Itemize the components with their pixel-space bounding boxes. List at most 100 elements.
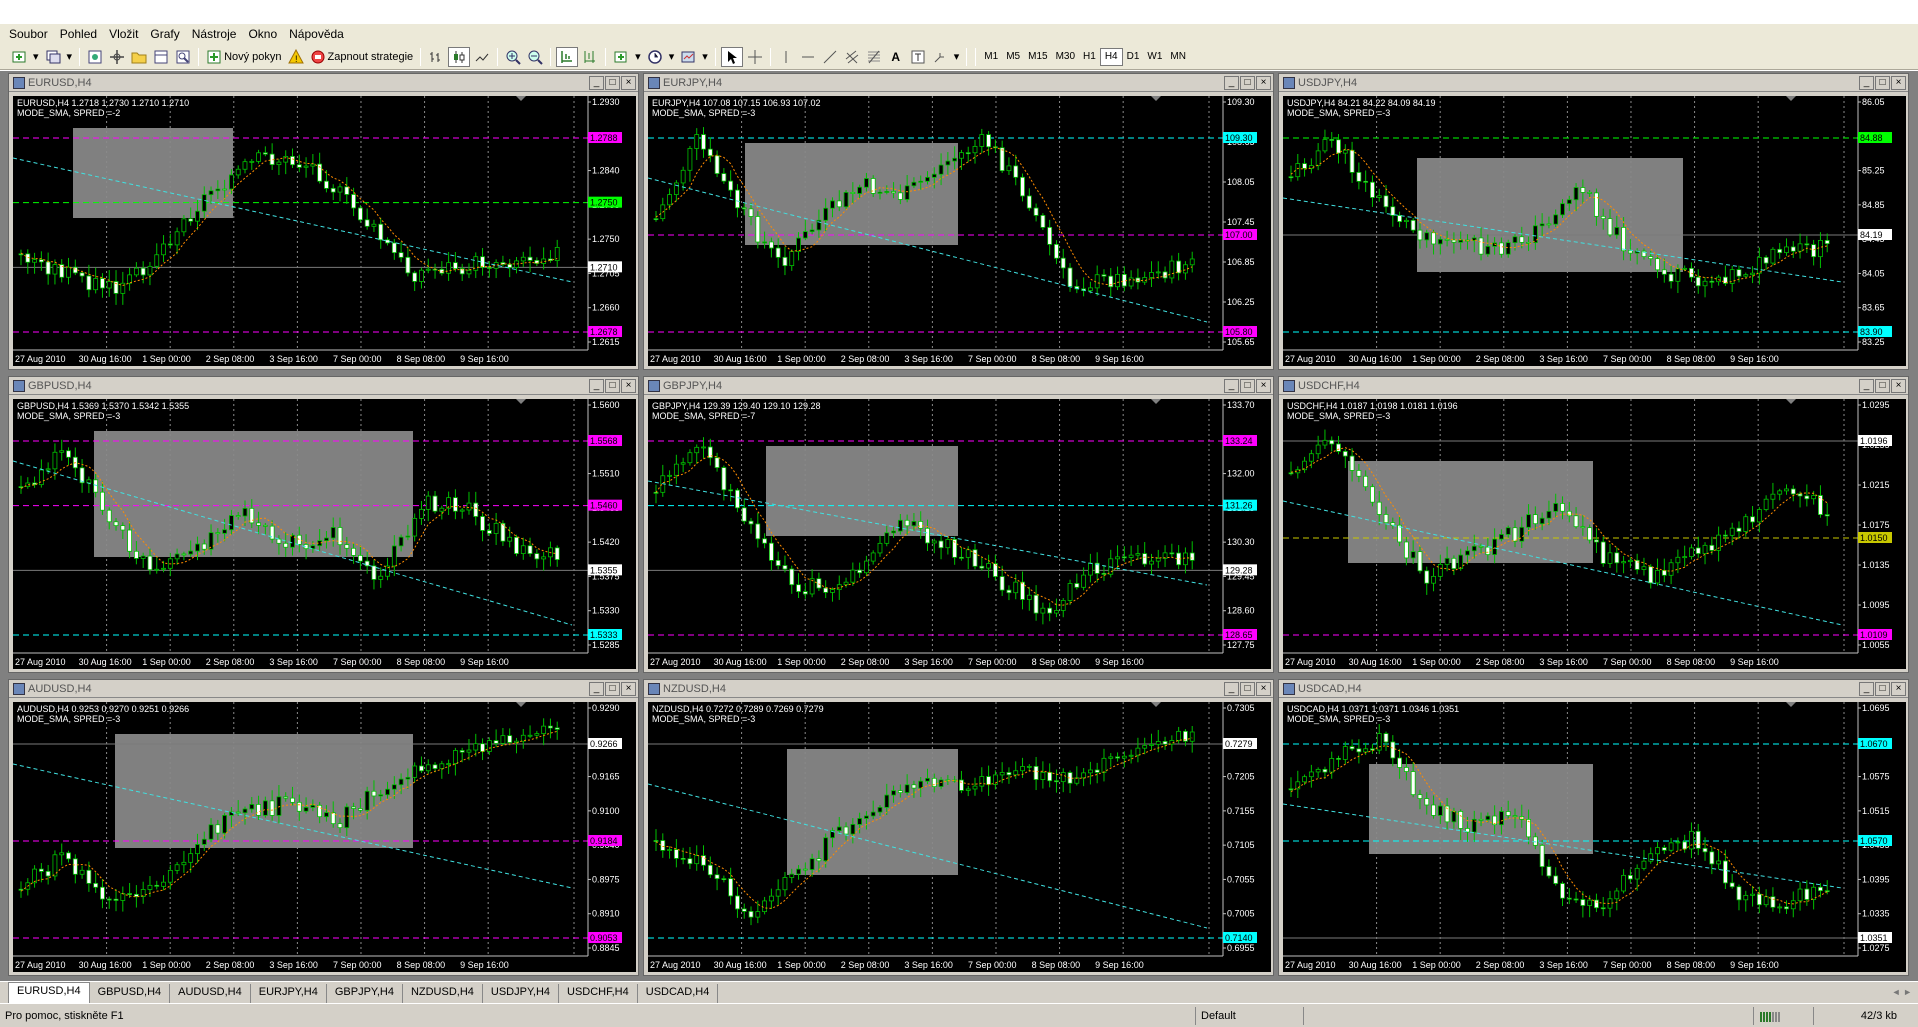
- chart-shift-marker-icon[interactable]: [1786, 702, 1796, 707]
- terminal-icon[interactable]: [151, 47, 171, 67]
- candlestick-icon[interactable]: [448, 46, 471, 67]
- maximize-icon[interactable]: □: [1875, 378, 1890, 393]
- chart-window-usdcad[interactable]: USDCAD,H4_□× 1.06951.06351.05751.05151.04…: [1278, 679, 1909, 976]
- minimize-icon[interactable]: _: [1859, 681, 1874, 696]
- chart-shift-marker-icon[interactable]: [1151, 96, 1161, 101]
- metaeditor-icon[interactable]: !: [286, 47, 306, 67]
- menu-help[interactable]: Nápověda: [286, 27, 353, 41]
- price-chart-svg[interactable]: 1.29301.28851.28401.27951.27501.27051.26…: [13, 96, 636, 366]
- price-chart-area[interactable]: 0.92900.92250.91650.91000.90400.89750.89…: [13, 702, 636, 972]
- tab-eurjpy[interactable]: EURJPY,H4: [251, 984, 327, 1003]
- tab-scroll-arrows-icon[interactable]: ◄ ►: [1892, 987, 1912, 997]
- chart-window-audusd[interactable]: AUDUSD,H4_□× 0.92900.92250.91650.91000.90…: [8, 679, 639, 976]
- price-chart-area[interactable]: 133.70132.85132.00131.15130.30129.45128.…: [648, 399, 1271, 669]
- folder-icon[interactable]: [129, 47, 149, 67]
- new-order-button[interactable]: Nový pokyn: [204, 47, 283, 67]
- timeframe-h4[interactable]: H4: [1099, 47, 1123, 66]
- close-icon[interactable]: ×: [1891, 378, 1906, 393]
- close-icon[interactable]: ×: [621, 681, 636, 696]
- price-chart-area[interactable]: 109.30108.65108.05107.45106.85106.25105.…: [648, 96, 1271, 366]
- chart-shift-marker-icon[interactable]: [1786, 399, 1796, 404]
- start-strategies-button[interactable]: Zapnout strategie: [308, 47, 416, 67]
- close-icon[interactable]: ×: [1891, 75, 1906, 90]
- timeframe-d1[interactable]: D1: [1123, 48, 1144, 66]
- chart-title-bar[interactable]: USDJPY,H4 _ □ ×: [1279, 74, 1908, 92]
- price-chart-area[interactable]: 1.56001.55551.55101.54651.54201.53751.53…: [13, 399, 636, 669]
- dropdown-arrow-icon[interactable]: ▾: [65, 47, 75, 67]
- minimize-icon[interactable]: _: [589, 681, 604, 696]
- price-chart-area[interactable]: 86.0585.6585.2584.8584.4584.0583.6583.25…: [1283, 96, 1906, 366]
- periods-clock-icon[interactable]: [645, 47, 665, 67]
- maximize-icon[interactable]: □: [605, 681, 620, 696]
- menu-view[interactable]: Pohled: [57, 27, 106, 41]
- line-chart-icon[interactable]: [472, 47, 492, 67]
- chart-title-bar[interactable]: USDCHF,H4 _ □ ×: [1279, 377, 1908, 395]
- tab-usdchf[interactable]: USDCHF,H4: [559, 984, 638, 1003]
- minimize-icon[interactable]: _: [1224, 75, 1239, 90]
- minimize-icon[interactable]: _: [1224, 378, 1239, 393]
- maximize-icon[interactable]: □: [605, 75, 620, 90]
- tab-gbpjpy[interactable]: GBPJPY,H4: [327, 984, 403, 1003]
- minimize-icon[interactable]: _: [589, 75, 604, 90]
- trendline-icon[interactable]: [820, 47, 840, 67]
- close-icon[interactable]: ×: [621, 75, 636, 90]
- bar-chart-icon[interactable]: [426, 47, 446, 67]
- chart-shift-marker-icon[interactable]: [516, 96, 526, 101]
- price-chart-svg[interactable]: 86.0585.6585.2584.8584.4584.0583.6583.25…: [1283, 96, 1906, 366]
- timeframe-mn[interactable]: MN: [1166, 48, 1190, 66]
- tab-nzdusd[interactable]: NZDUSD,H4: [403, 984, 483, 1003]
- chart-title-bar[interactable]: GBPUSD,H4 _ □ ×: [9, 377, 638, 395]
- maximize-icon[interactable]: □: [605, 378, 620, 393]
- chart-title-bar[interactable]: USDCAD,H4 _ □ ×: [1279, 680, 1908, 698]
- minimize-icon[interactable]: _: [589, 378, 604, 393]
- close-icon[interactable]: ×: [1256, 378, 1271, 393]
- price-chart-area[interactable]: 0.73050.72550.72050.71550.71050.70550.70…: [648, 702, 1271, 972]
- timeframe-m15[interactable]: M15: [1024, 48, 1051, 66]
- price-chart-svg[interactable]: 1.06951.06351.05751.05151.04551.03951.03…: [1283, 702, 1906, 972]
- tab-gbpusd[interactable]: GBPUSD,H4: [90, 984, 171, 1003]
- chart-window-gbpusd[interactable]: GBPUSD,H4 _□× 1.56001.55551.55101.54651.54…: [8, 376, 639, 673]
- timeframe-h1[interactable]: H1: [1079, 48, 1100, 66]
- dropdown-arrow-icon[interactable]: ▾: [952, 47, 962, 67]
- timeframe-m1[interactable]: M1: [980, 48, 1002, 66]
- timeframe-m5[interactable]: M5: [1002, 48, 1024, 66]
- price-chart-svg[interactable]: 109.30108.65108.05107.45106.85106.25105.…: [648, 96, 1271, 366]
- close-icon[interactable]: ×: [621, 378, 636, 393]
- price-chart-svg[interactable]: 1.02951.02551.02151.01751.01351.00951.00…: [1283, 399, 1906, 669]
- chart-window-eurjpy[interactable]: EURJPY,H4_□× 109.30108.65108.05107.45106.…: [643, 73, 1274, 370]
- price-chart-svg[interactable]: 1.56001.55551.55101.54651.54201.53751.53…: [13, 399, 636, 669]
- chart-window-eurusd[interactable]: EURUSD,H4 _□× 1.29301.28851.28401.27951.27…: [8, 73, 639, 370]
- chart-shift-marker-icon[interactable]: [516, 702, 526, 707]
- tab-eurusd[interactable]: EURUSD,H4: [8, 982, 90, 1003]
- chart-title-bar[interactable]: AUDUSD,H4 _ □ ×: [9, 680, 638, 698]
- chart-window-nzdusd[interactable]: NZDUSD,H4_□× 0.73050.72550.72050.71550.71…: [643, 679, 1274, 976]
- chart-shift-marker-icon[interactable]: [1151, 399, 1161, 404]
- chart-shift-marker-icon[interactable]: [1786, 96, 1796, 101]
- strategy-tester-icon[interactable]: [173, 47, 193, 67]
- vertical-line-icon[interactable]: [776, 47, 796, 67]
- price-chart-area[interactable]: 1.06951.06351.05751.05151.04551.03951.03…: [1283, 702, 1906, 972]
- menu-file[interactable]: Soubor: [6, 27, 57, 41]
- menu-window[interactable]: Okno: [245, 27, 286, 41]
- channel-icon[interactable]: [842, 47, 862, 67]
- text-label-icon[interactable]: [908, 47, 928, 67]
- crosshair-icon[interactable]: [745, 47, 765, 67]
- profiles-icon[interactable]: [43, 47, 63, 67]
- timeframe-w1[interactable]: W1: [1143, 48, 1166, 66]
- new-chart-icon[interactable]: [9, 47, 29, 67]
- tab-audusd[interactable]: AUDUSD,H4: [170, 984, 251, 1003]
- chart-shift-marker-icon[interactable]: [516, 399, 526, 404]
- maximize-icon[interactable]: □: [1240, 681, 1255, 696]
- timeframe-m30[interactable]: M30: [1052, 48, 1079, 66]
- market-watch-icon[interactable]: [85, 47, 105, 67]
- fibonacci-icon[interactable]: [864, 47, 884, 67]
- tab-usdjpy[interactable]: USDJPY,H4: [483, 984, 560, 1003]
- maximize-icon[interactable]: □: [1240, 378, 1255, 393]
- horizontal-line-icon[interactable]: [798, 47, 818, 67]
- chart-title-bar[interactable]: EURJPY,H4 _ □ ×: [644, 74, 1273, 92]
- chart-title-bar[interactable]: NZDUSD,H4 _ □ ×: [644, 680, 1273, 698]
- price-chart-svg[interactable]: 0.73050.72550.72050.71550.71050.70550.70…: [648, 702, 1271, 972]
- price-chart-svg[interactable]: 133.70132.85132.00131.15130.30129.45128.…: [648, 399, 1271, 669]
- zoom-in-icon[interactable]: [503, 47, 523, 67]
- menu-tools[interactable]: Nástroje: [189, 27, 246, 41]
